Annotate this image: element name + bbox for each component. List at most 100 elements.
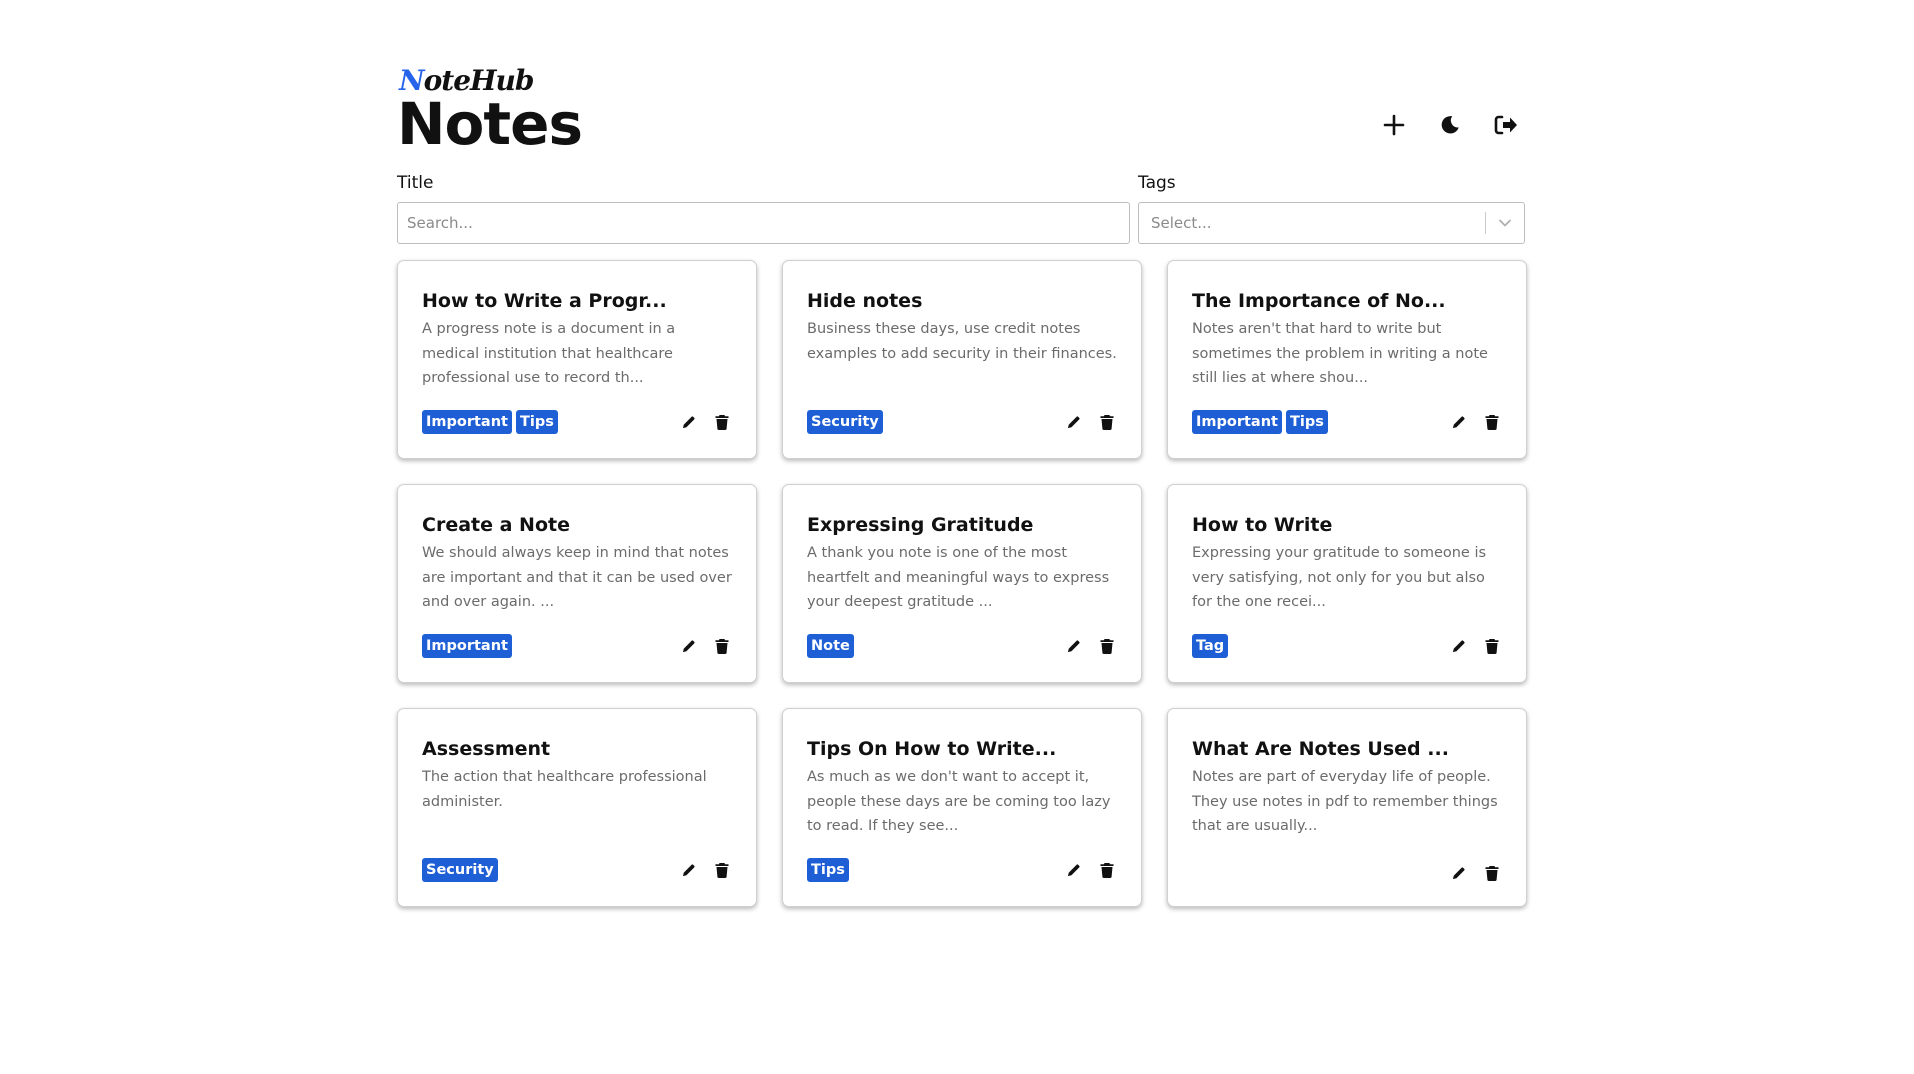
delete-note-button[interactable]	[1483, 638, 1500, 655]
pencil-icon	[1067, 639, 1080, 652]
note-footer: Tag	[1192, 633, 1502, 659]
note-card[interactable]: Assessment The action that healthcare pr…	[397, 708, 757, 907]
trash-icon	[715, 639, 728, 654]
add-note-button[interactable]	[1375, 106, 1413, 144]
note-card[interactable]: How to Write a Progr... A progress note …	[397, 260, 757, 459]
delete-note-button[interactable]	[1483, 414, 1500, 431]
edit-note-button[interactable]	[680, 862, 697, 879]
note-actions	[680, 638, 732, 655]
note-excerpt: A progress note is a document in a medic…	[422, 321, 676, 386]
chevron-down-icon	[1499, 219, 1511, 227]
note-card[interactable]: Expressing Gratitude A thank you note is…	[782, 484, 1142, 683]
note-footer: Tips	[807, 857, 1117, 883]
pencil-icon	[1452, 639, 1465, 652]
note-footer: Important Tips	[1192, 409, 1502, 435]
delete-note-button[interactable]	[713, 414, 730, 431]
logout-icon	[1494, 115, 1517, 135]
note-title: The Importance of No...	[1192, 290, 1446, 312]
note-actions	[1065, 414, 1117, 431]
note-title: How to Write	[1192, 514, 1333, 536]
header: NoteHub Notes	[397, 58, 1525, 158]
note-actions	[1450, 414, 1502, 431]
notes-grid: How to Write a Progr... A progress note …	[397, 260, 1527, 907]
note-title: How to Write a Progr...	[422, 290, 667, 312]
note-card[interactable]: How to Write Expressing your gratitude t…	[1167, 484, 1527, 683]
plus-icon	[1383, 114, 1405, 136]
note-tags: Important Tips	[422, 410, 558, 434]
note-excerpt: A thank you note is one of the most hear…	[807, 545, 1110, 610]
moon-icon	[1441, 116, 1459, 134]
tag-badge[interactable]: Important	[422, 634, 512, 658]
tags-label: Tags	[1138, 173, 1176, 193]
delete-note-button[interactable]	[713, 638, 730, 655]
note-footer	[1192, 860, 1502, 886]
note-excerpt: Expressing your gratitude to someone is …	[1192, 545, 1487, 610]
note-footer: Security	[807, 409, 1117, 435]
pencil-icon	[682, 415, 695, 428]
note-actions	[1065, 862, 1117, 879]
edit-note-button[interactable]	[1450, 414, 1467, 431]
title-label: Title	[397, 173, 434, 193]
notes-page: NoteHub Notes Title Search... Tags Selec…	[0, 0, 1914, 1074]
trash-icon	[715, 863, 728, 878]
tag-badge[interactable]: Important	[422, 410, 512, 434]
delete-note-button[interactable]	[713, 862, 730, 879]
edit-note-button[interactable]	[1065, 638, 1082, 655]
trash-icon	[1100, 863, 1113, 878]
edit-note-button[interactable]	[1065, 862, 1082, 879]
edit-note-button[interactable]	[680, 414, 697, 431]
note-excerpt: We should always keep in mind that notes…	[422, 545, 732, 610]
note-card[interactable]: Create a Note We should always keep in m…	[397, 484, 757, 683]
edit-note-button[interactable]	[1450, 865, 1467, 882]
delete-note-button[interactable]	[1098, 414, 1115, 431]
pencil-icon	[682, 639, 695, 652]
trash-icon	[1485, 866, 1498, 881]
pencil-icon	[1067, 863, 1080, 876]
theme-toggle-button[interactable]	[1431, 106, 1469, 144]
note-card[interactable]: What Are Notes Used ... Notes are part o…	[1167, 708, 1527, 907]
pencil-icon	[1452, 415, 1465, 428]
tag-badge[interactable]: Note	[807, 634, 854, 658]
note-actions	[1450, 865, 1502, 882]
note-card[interactable]: Tips On How to Write... As much as we do…	[782, 708, 1142, 907]
note-excerpt: The action that healthcare professional …	[422, 769, 707, 810]
tag-badge[interactable]: Tag	[1192, 634, 1229, 658]
tag-badge[interactable]: Security	[807, 410, 883, 434]
tags-select[interactable]: Select...	[1138, 202, 1525, 244]
title-search-input[interactable]	[397, 202, 1130, 244]
note-tags: Tips	[807, 858, 849, 882]
dropdown-toggle[interactable]	[1486, 203, 1524, 243]
tag-badge[interactable]: Tips	[1285, 410, 1328, 434]
logout-button[interactable]	[1487, 106, 1525, 144]
note-card[interactable]: The Importance of No... Notes aren't tha…	[1167, 260, 1527, 459]
note-tags: Security	[422, 858, 498, 882]
tag-badge[interactable]: Security	[422, 858, 498, 882]
note-title: Expressing Gratitude	[807, 514, 1034, 536]
note-excerpt: Notes aren't that hard to write but some…	[1192, 321, 1488, 386]
pencil-icon	[682, 863, 695, 876]
trash-icon	[1100, 639, 1113, 654]
note-tags: Important	[422, 634, 512, 658]
edit-note-button[interactable]	[1450, 638, 1467, 655]
pencil-icon	[1067, 415, 1080, 428]
delete-note-button[interactable]	[1098, 638, 1115, 655]
note-title: Tips On How to Write...	[807, 738, 1057, 760]
note-title: Hide notes	[807, 290, 923, 312]
filters: Title Tags Select...	[397, 172, 1525, 244]
note-card[interactable]: Hide notes Business these days, use cred…	[782, 260, 1142, 459]
trash-icon	[715, 415, 728, 430]
note-footer: Important	[422, 633, 732, 659]
delete-note-button[interactable]	[1098, 862, 1115, 879]
trash-icon	[1485, 415, 1498, 430]
note-title: Assessment	[422, 738, 551, 760]
note-footer: Security	[422, 857, 732, 883]
edit-note-button[interactable]	[1065, 414, 1082, 431]
delete-note-button[interactable]	[1483, 865, 1500, 882]
edit-note-button[interactable]	[680, 638, 697, 655]
tag-badge[interactable]: Important	[1192, 410, 1282, 434]
tag-badge[interactable]: Tips	[515, 410, 558, 434]
tag-badge[interactable]: Tips	[807, 858, 849, 882]
tags-select-placeholder: Select...	[1151, 214, 1212, 232]
trash-icon	[1100, 415, 1113, 430]
trash-icon	[1485, 639, 1498, 654]
